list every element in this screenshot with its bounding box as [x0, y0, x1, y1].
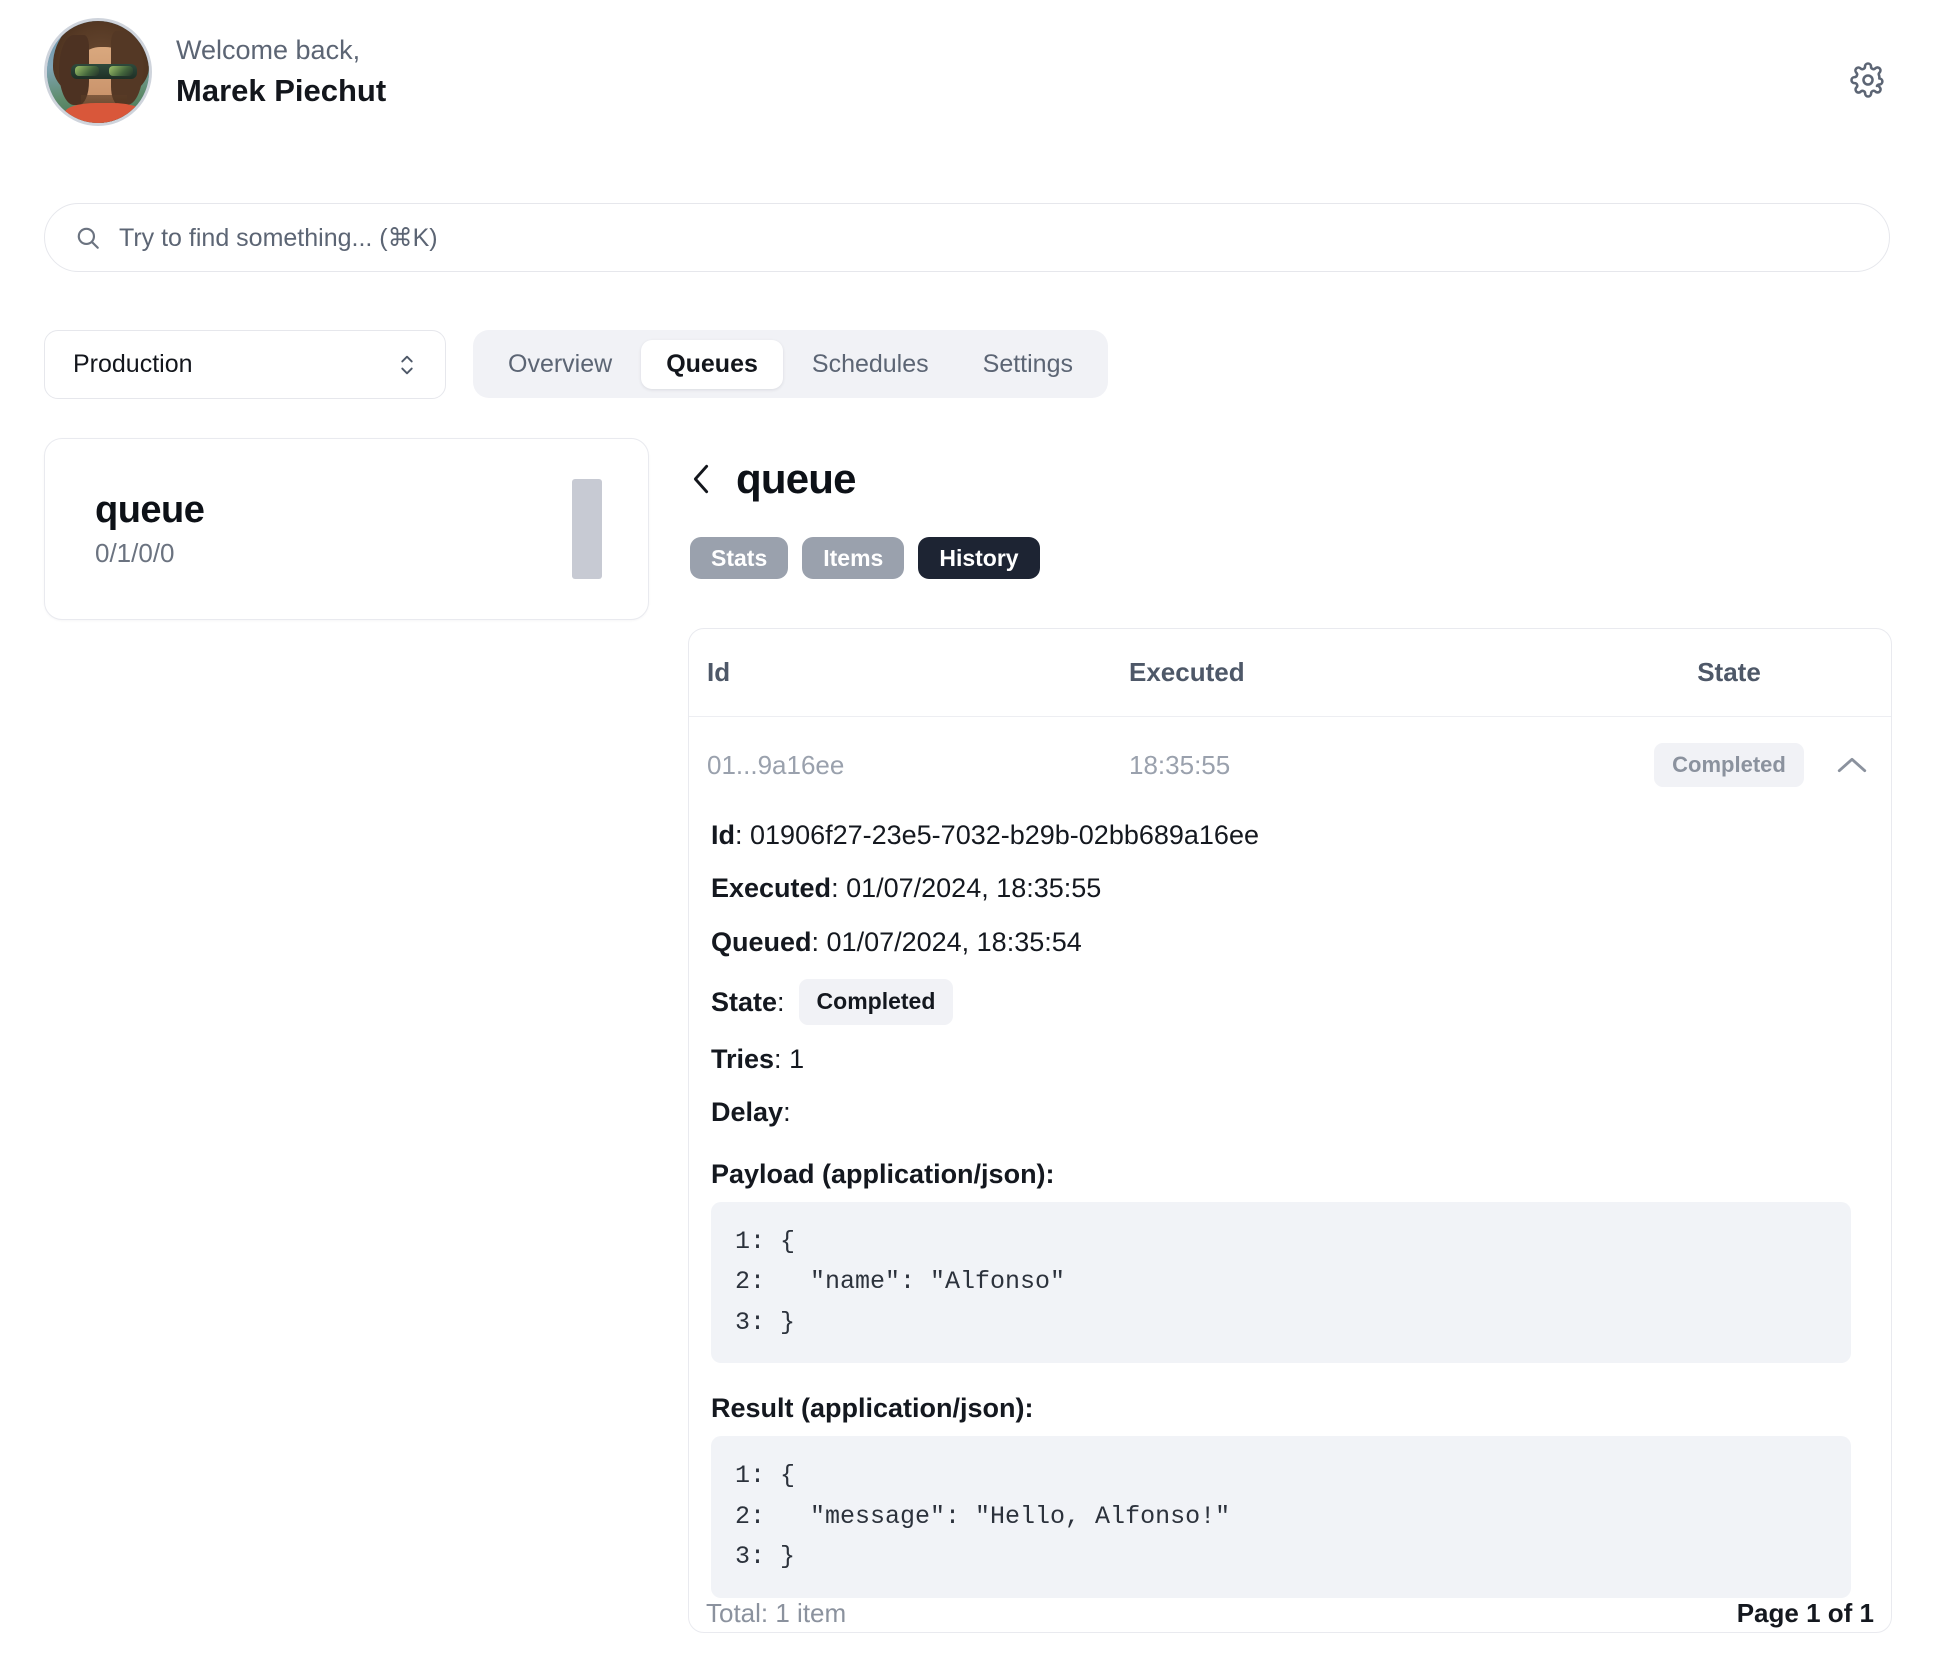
welcome-prefix: Welcome back,	[176, 34, 361, 65]
detail-tries-label: Tries	[711, 1043, 775, 1074]
row-expand-toggle[interactable]	[1829, 754, 1891, 776]
total-count: Total: 1 item	[706, 1598, 847, 1628]
payload-line: 1: {	[735, 1226, 796, 1256]
result-label: Result (application/json):	[711, 1393, 1034, 1424]
app-root: Welcome back, Marek Piechut Try to find …	[0, 0, 1946, 1658]
detail-tries-value: 1	[789, 1043, 805, 1074]
tab-overview[interactable]: Overview	[483, 340, 637, 389]
table-header-row: Id Executed State	[689, 629, 1891, 717]
detail-sub-tabs: Stats Items History	[690, 537, 1040, 579]
detail-executed-label: Executed	[711, 873, 832, 904]
tab-history[interactable]: History	[918, 537, 1040, 579]
queue-activity-bar	[572, 479, 602, 579]
avatar-sunglasses	[71, 64, 137, 79]
payload-label: Payload (application/json):	[711, 1158, 1055, 1189]
user-name: Marek Piechut	[176, 72, 387, 108]
environment-select-value: Production	[73, 350, 193, 378]
tab-queues[interactable]: Queues	[641, 339, 783, 389]
queue-card-counts: 0/1/0/0	[95, 538, 175, 569]
table-row[interactable]: 01...9a16ee 18:35:55 Completed	[689, 717, 1891, 809]
search-icon	[77, 227, 99, 249]
detail-queued: Queued: 01/07/2024, 18:35:54	[711, 926, 1082, 957]
page-title: queue	[736, 455, 856, 502]
detail-queued-label: Queued	[711, 926, 812, 957]
row-detail-panel: Id: 01906f27-23e5-7032-b29b-02bb689a16ee…	[689, 809, 1891, 1632]
result-code-block: 1: { 2: "message": "Hello, Alfonso!" 3: …	[711, 1436, 1851, 1598]
chevron-left-icon	[693, 464, 709, 494]
avatar-shirt	[65, 103, 143, 123]
detail-id-label: Id	[711, 820, 735, 850]
avatar[interactable]	[44, 18, 152, 126]
detail-state: State: Completed	[711, 979, 1869, 1025]
status-badge: Completed	[1654, 743, 1804, 787]
tab-stats[interactable]: Stats	[690, 537, 789, 579]
page-indicator[interactable]: Page 1 of 1	[1737, 1598, 1874, 1629]
history-table: Id Executed State 01...9a16ee 18:35:55 C…	[688, 628, 1892, 1633]
column-header-state: State	[1697, 657, 1761, 687]
user-greeting-header: Welcome back, Marek Piechut	[44, 18, 386, 126]
queue-card-name: queue	[95, 488, 205, 531]
table-footer: Total: 1 item Page 1 of 1	[688, 1598, 1892, 1629]
chevron-up-icon	[1837, 757, 1867, 773]
result-line: 2: "message": "Hello, Alfonso!"	[735, 1501, 1231, 1531]
detail-state-badge: Completed	[798, 979, 954, 1025]
tab-items[interactable]: Items	[802, 537, 905, 579]
row-executed: 18:35:55	[1129, 749, 1231, 780]
settings-button[interactable]	[1846, 58, 1890, 102]
search-input[interactable]: Try to find something... (⌘K)	[44, 203, 1890, 272]
column-header-executed: Executed	[1129, 657, 1245, 687]
chevron-up-down-icon	[401, 355, 413, 374]
detail-state-label: State	[711, 986, 778, 1017]
column-header-id: Id	[707, 657, 731, 687]
payload-line: 2: "name": "Alfonso"	[735, 1267, 1066, 1297]
detail-header: queue	[688, 455, 856, 503]
greeting-text-block: Welcome back, Marek Piechut	[176, 34, 386, 111]
gear-icon	[1850, 62, 1884, 98]
detail-id-value: 01906f27-23e5-7032-b29b-02bb689a16ee	[750, 820, 1259, 850]
detail-tries: Tries: 1	[711, 1043, 805, 1074]
queue-card-text: queue 0/1/0/0	[95, 488, 205, 570]
result-line: 1: {	[735, 1461, 796, 1491]
payload-code-block: 1: { 2: "name": "Alfonso" 3: }	[711, 1201, 1851, 1364]
detail-executed: Executed: 01/07/2024, 18:35:55	[711, 873, 1102, 904]
result-line: 3: }	[735, 1542, 796, 1572]
environment-select[interactable]: Production	[44, 330, 446, 399]
queue-card[interactable]: queue 0/1/0/0	[44, 438, 649, 620]
detail-delay: Delay:	[711, 1097, 791, 1128]
nav-tabs: Overview Queues Schedules Settings	[473, 330, 1108, 398]
back-button[interactable]	[688, 462, 714, 496]
detail-id: Id: 01906f27-23e5-7032-b29b-02bb689a16ee	[711, 820, 1259, 850]
tab-schedules[interactable]: Schedules	[787, 340, 954, 389]
search-placeholder: Try to find something... (⌘K)	[119, 223, 438, 252]
tab-settings[interactable]: Settings	[958, 340, 1098, 389]
detail-executed-value: 01/07/2024, 18:35:55	[846, 873, 1102, 904]
detail-queued-value: 01/07/2024, 18:35:54	[826, 926, 1082, 957]
row-id: 01...9a16ee	[707, 749, 845, 780]
row-state-cell: Completed	[1629, 743, 1829, 787]
detail-delay-label: Delay	[711, 1097, 784, 1128]
payload-line: 3: }	[735, 1307, 796, 1337]
